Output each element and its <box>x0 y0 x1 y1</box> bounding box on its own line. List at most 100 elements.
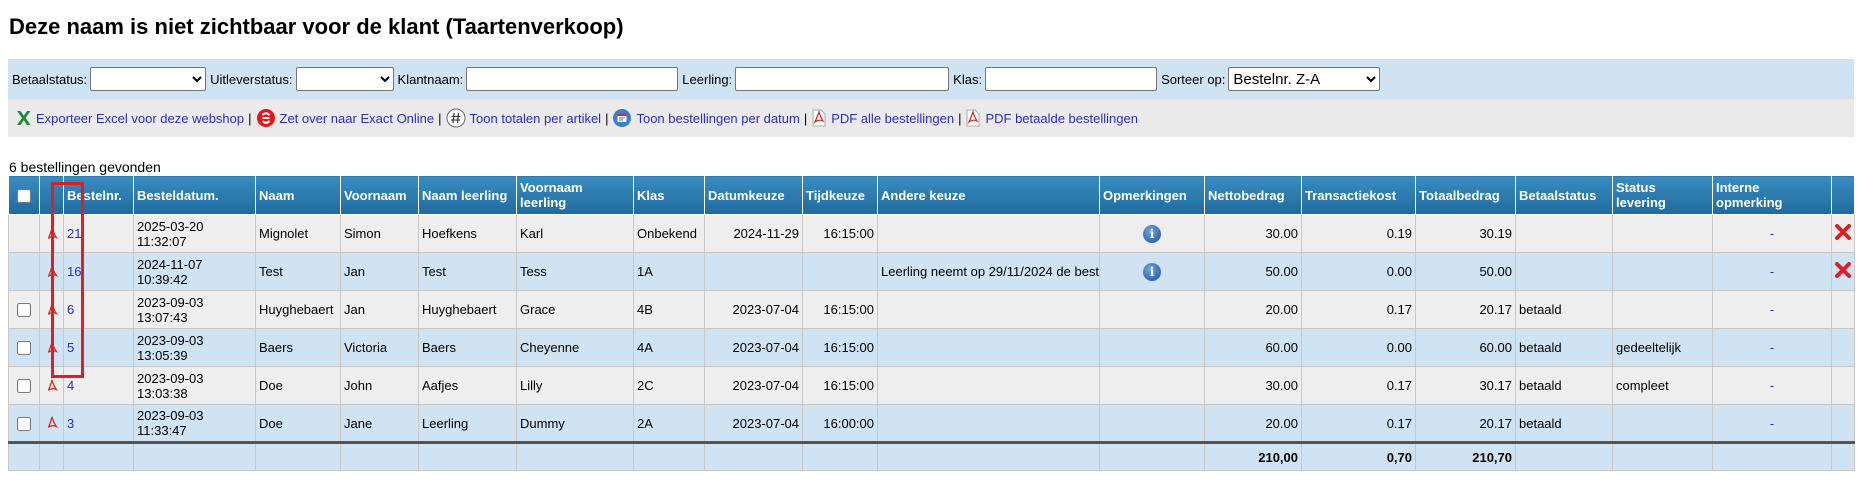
sorteer-select[interactable]: Bestelnr. Z-A <box>1228 67 1381 91</box>
col-status-levering[interactable]: Status levering <box>1612 175 1713 215</box>
col-transactiekost[interactable]: Transactiekost <box>1301 175 1416 215</box>
delete-icon[interactable] <box>1834 224 1852 244</box>
status-levering-cell: compleet <box>1612 366 1713 405</box>
row-checkbox[interactable] <box>17 341 31 356</box>
row-checkbox[interactable] <box>17 416 31 431</box>
besteldatum-time: 10:39:42 <box>137 271 188 287</box>
info-icon[interactable]: i <box>1143 224 1161 243</box>
table-header-row: Bestelnr. Besteldatum. Naam Voornaam Naa… <box>8 175 1855 215</box>
besteldatum-cell: 2023-09-03 13:03:38 <box>133 366 256 405</box>
toon-totalen-link[interactable]: Toon totalen per artikel <box>446 108 601 128</box>
table-row: 3 2023-09-03 11:33:47 Doe Jane Leerling Dummy 2… <box>8 404 1855 443</box>
besteldatum-time: 11:33:47 <box>137 423 187 438</box>
voornaam-cell: Jan <box>340 290 419 329</box>
col-nettobedrag[interactable]: Nettobedrag <box>1204 175 1302 215</box>
pdf-alle-link[interactable]: PDF alle bestellingen <box>811 109 954 127</box>
export-excel-link[interactable]: Exporteer Excel voor deze webshop <box>14 109 244 127</box>
col-totaalbedrag[interactable]: Totaalbedrag <box>1415 175 1516 215</box>
col-voornaam[interactable]: Voornaam <box>340 175 419 215</box>
col-tijdkeuze[interactable]: Tijdkeuze <box>802 175 878 215</box>
col-klas[interactable]: Klas <box>633 175 705 215</box>
naam-leerling-cell: Leerling <box>418 404 517 443</box>
col-besteldatum[interactable]: Besteldatum. <box>133 175 256 215</box>
info-icon[interactable]: i <box>1143 262 1161 281</box>
col-naam[interactable]: Naam <box>255 175 341 215</box>
datumkeuze-cell <box>704 252 803 291</box>
pdf-icon[interactable] <box>45 263 59 278</box>
interne-opmerking-link[interactable]: - <box>1770 226 1774 241</box>
interne-opmerking-link[interactable]: - <box>1770 416 1774 431</box>
interne-opmerking-link[interactable]: - <box>1770 378 1774 393</box>
hash-icon <box>446 108 466 128</box>
interne-opmerking-cell: - <box>1712 404 1832 443</box>
betaalstatus-select[interactable] <box>90 67 207 91</box>
klas-input[interactable] <box>985 67 1158 91</box>
delete-cell <box>1831 290 1855 329</box>
opmerkingen-cell: i <box>1099 214 1205 253</box>
toon-per-datum-link[interactable]: Toon bestellingen per datum <box>612 108 800 128</box>
delete-icon[interactable] <box>1834 262 1852 282</box>
status-levering-cell: gedeeltelijk <box>1612 328 1713 367</box>
col-datumkeuze[interactable]: Datumkeuze <box>704 175 803 215</box>
voornaam-leerling-cell: Karl <box>516 214 634 253</box>
besteldatum-cell: 2023-09-03 11:33:47 <box>133 404 256 443</box>
row-pdf-cell <box>39 404 64 443</box>
pdf-icon[interactable] <box>45 377 59 392</box>
uitleverstatus-select[interactable] <box>295 67 394 91</box>
bestelnr-link[interactable]: 5 <box>67 340 74 355</box>
pdf-icon[interactable] <box>45 225 59 240</box>
row-checkbox[interactable] <box>17 303 31 318</box>
separator: | <box>803 110 808 126</box>
separator: | <box>958 110 962 126</box>
exact-online-link[interactable]: Zet over naar Exact Online <box>256 108 434 128</box>
totaalbedrag-cell: 20.17 <box>1415 290 1516 329</box>
pdf-icon[interactable] <box>45 415 59 430</box>
andere-keuze-cell: Leerling neemt op 29/11/2024 de bestelli… <box>877 252 1100 291</box>
tijdkeuze-cell <box>802 252 878 291</box>
row-pdf-cell <box>39 366 64 405</box>
bestelnr-link[interactable]: 6 <box>67 302 74 317</box>
delete-cell <box>1831 328 1855 367</box>
interne-opmerking-link[interactable]: - <box>1770 340 1774 355</box>
bestelnr-cell: 5 <box>63 328 134 367</box>
leerling-input[interactable] <box>735 67 950 91</box>
transactiekost-cell: 0.17 <box>1301 290 1416 329</box>
col-betaalstatus[interactable]: Betaalstatus <box>1515 175 1613 215</box>
betaalstatus-cell: betaald <box>1515 404 1613 443</box>
pdf-icon[interactable] <box>45 301 59 316</box>
voornaam-cell: Simon <box>340 214 419 253</box>
delete-cell <box>1831 214 1855 253</box>
select-all-checkbox[interactable] <box>17 188 31 203</box>
bestelnr-link[interactable]: 16 <box>67 264 81 279</box>
klantnaam-input[interactable] <box>466 67 679 91</box>
betaalstatus-label: Betaalstatus: <box>12 71 88 87</box>
tijdkeuze-cell: 16:15:00 <box>802 328 878 367</box>
datumkeuze-cell: 2023-07-04 <box>704 290 803 329</box>
bestelnr-link[interactable]: 3 <box>67 416 74 431</box>
voornaam-leerling-cell: Cheyenne <box>516 328 634 367</box>
col-andere-keuze[interactable]: Andere keuze <box>877 175 1100 215</box>
status-levering-cell <box>1612 404 1713 443</box>
status-levering-cell <box>1612 252 1713 291</box>
bestelnr-link[interactable]: 4 <box>67 378 74 393</box>
transactiekost-cell: 0.17 <box>1301 404 1416 443</box>
opmerkingen-cell: i <box>1099 252 1205 291</box>
totaalbedrag-cell: 60.00 <box>1415 328 1516 367</box>
status-levering-cell <box>1612 290 1713 329</box>
col-bestelnr[interactable]: Bestelnr. <box>63 175 134 215</box>
pdf-icon[interactable] <box>45 339 59 354</box>
besteldatum-date: 2024-11-07 <box>137 256 203 272</box>
interne-opmerking-link[interactable]: - <box>1770 264 1774 279</box>
col-opmerkingen[interactable]: Opmerkingen <box>1099 175 1205 215</box>
andere-keuze-cell <box>877 366 1100 405</box>
row-pdf-cell <box>39 328 64 367</box>
pdf-betaald-link[interactable]: PDF betaalde bestellingen <box>965 109 1138 127</box>
col-interne-opmerking[interactable]: Interne opmerking <box>1712 175 1832 215</box>
bestelnr-link[interactable]: 21 <box>67 226 81 241</box>
uitleverstatus-label: Uitleverstatus: <box>210 71 293 87</box>
row-checkbox[interactable] <box>17 379 31 394</box>
bestelnr-cell: 3 <box>63 404 134 443</box>
interne-opmerking-link[interactable]: - <box>1770 302 1774 317</box>
col-voornaam-leerling[interactable]: Voornaam leerling <box>516 175 634 215</box>
col-naam-leerling[interactable]: Naam leerling <box>418 175 517 215</box>
